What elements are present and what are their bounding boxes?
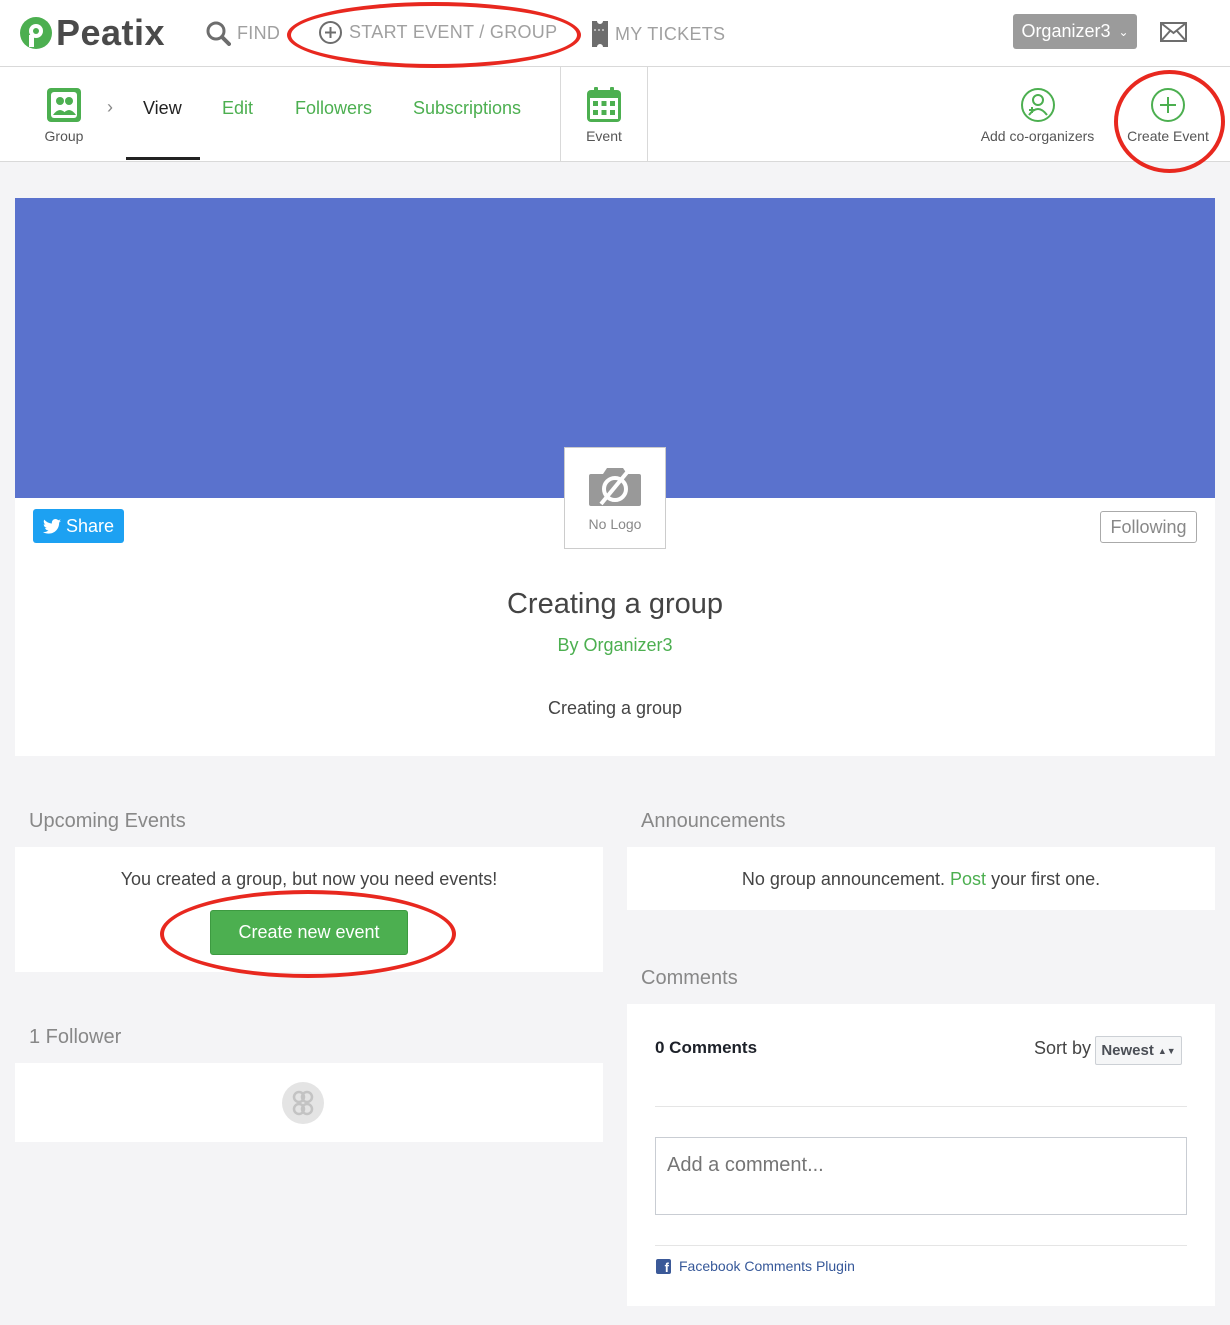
twitter-share-button[interactable]: Share	[33, 509, 124, 543]
tab-edit[interactable]: Edit	[222, 98, 253, 119]
user-menu-button[interactable]: Organizer3 ⌄	[1013, 14, 1137, 49]
annotation-ellipse	[1114, 70, 1225, 173]
add-user-icon	[1020, 88, 1055, 122]
sort-value: Newest	[1101, 1042, 1154, 1059]
group-title: Creating a group	[506, 588, 724, 620]
followers-heading: 1 Follower	[29, 1026, 122, 1048]
calendar-icon	[587, 87, 621, 122]
brand-name: Peatix	[56, 12, 166, 53]
divider	[647, 67, 648, 162]
user-name: Organizer3	[1021, 21, 1111, 41]
my-tickets-link[interactable]: MY TICKETS	[591, 20, 725, 48]
facebook-icon: f	[656, 1258, 671, 1274]
add-coorganizers-button[interactable]: Add co-organizers	[975, 87, 1100, 144]
logo-caption: No Logo	[588, 516, 642, 532]
breadcrumb-chevron-icon: ›	[107, 97, 113, 117]
group-tile-label: Group	[44, 128, 84, 144]
comment-input[interactable]	[655, 1137, 1187, 1215]
comments-count: 0 Comments	[655, 1038, 758, 1057]
no-camera-icon	[589, 468, 641, 506]
upcoming-empty-message: You created a group, but now you need ev…	[120, 869, 498, 889]
announcements-message: No group announcement. Post your first o…	[627, 869, 1215, 890]
group-organizer-label: By Organizer3	[557, 635, 673, 655]
event-tile-label: Event	[586, 128, 622, 144]
chevron-down-icon: ⌄	[1118, 24, 1129, 39]
group-icon	[47, 88, 81, 122]
group-description: Creating a group	[547, 698, 683, 718]
active-tab-indicator	[126, 157, 200, 160]
announcements-heading: Announcements	[641, 810, 786, 832]
find-label: FIND	[237, 22, 281, 43]
peatix-logo[interactable]: Peatix	[20, 12, 165, 54]
upcoming-events-heading: Upcoming Events	[29, 810, 186, 832]
search-icon	[206, 21, 231, 46]
comments-heading: Comments	[641, 967, 738, 989]
tab-subscriptions[interactable]: Subscriptions	[413, 98, 521, 119]
facebook-plugin-label: Facebook Comments Plugin	[679, 1258, 855, 1274]
following-button[interactable]: Following	[1100, 511, 1197, 543]
tab-followers[interactable]: Followers	[295, 98, 372, 119]
add-coorganizers-label: Add co-organizers	[980, 128, 1095, 144]
twitter-icon	[42, 518, 61, 534]
follower-avatar[interactable]	[282, 1082, 324, 1124]
group-logo-placeholder: No Logo	[564, 447, 666, 549]
sort-by-label: Sort by	[1034, 1038, 1092, 1058]
post-announcement-link[interactable]: Post	[950, 869, 986, 889]
peatix-logo-icon	[20, 17, 52, 49]
group-organizer-link[interactable]: By Organizer3	[15, 635, 1215, 656]
event-tile[interactable]: Event	[580, 87, 628, 144]
facebook-comments-plugin-link[interactable]: f Facebook Comments Plugin	[656, 1258, 855, 1274]
group-tile[interactable]: Group	[38, 87, 90, 144]
mail-icon[interactable]	[1160, 22, 1187, 42]
annotation-ellipse	[160, 890, 456, 978]
sort-select[interactable]: Newest ▲▼	[1095, 1036, 1182, 1065]
annotation-ellipse	[287, 2, 581, 68]
announcement-text: your first one.	[991, 869, 1101, 889]
top-navbar: Peatix FIND START EVENT / GROUP MY TICKE…	[0, 0, 1230, 67]
find-link[interactable]: FIND	[205, 20, 280, 46]
divider	[655, 1245, 1187, 1246]
my-tickets-label: MY TICKETS	[615, 23, 726, 44]
divider	[560, 67, 561, 162]
ticket-icon	[592, 21, 608, 47]
announcement-text: No group announcement.	[741, 869, 946, 889]
group-subnav: Group › View Edit Followers Subscription…	[0, 67, 1230, 162]
share-label: Share	[65, 515, 115, 536]
sort-arrows-icon: ▲▼	[1157, 1045, 1176, 1056]
divider	[655, 1106, 1187, 1107]
tab-view[interactable]: View	[143, 98, 182, 119]
